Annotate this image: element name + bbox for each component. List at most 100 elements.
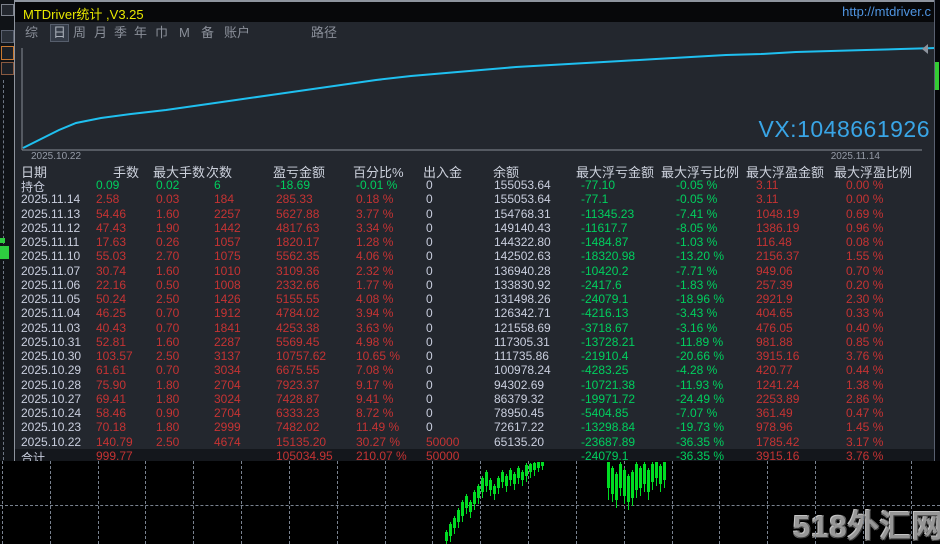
table-cell: -18.69 [276,178,310,192]
table-cell: 1.80 [156,420,179,434]
table-cell: 0.33 % [846,306,883,320]
table-row: 2025.11.0730.741.6010103109.362.32 %0136… [15,264,936,278]
candle-body [469,502,472,512]
table-cell: 981.88 [756,335,793,349]
table-cell: -3.16 % [676,321,717,335]
table-cell: 949.06 [756,264,793,278]
table-cell: -7.41 % [676,207,717,221]
menu-item-6[interactable]: 年 [132,25,149,41]
toolbar-icon-fragment[interactable] [1,30,14,43]
gridline-vertical [719,461,720,544]
gridline-vertical [528,461,529,544]
menu-item-10[interactable]: 账户 [222,25,252,41]
table-cell: 4817.63 [276,221,319,235]
table-cell: 0 [426,363,433,377]
table-cell: 65135.20 [494,435,544,449]
candle-body [525,465,528,476]
table-cell: 133830.92 [494,278,551,292]
toolbar-icon-fragment[interactable] [1,62,14,75]
table-cell: 2025.10.22 [21,435,81,449]
table-cell: 184 [214,192,234,206]
table-cell: 2.86 % [846,392,883,406]
table-cell: 2253.89 [756,392,799,406]
gridline-vertical [241,461,242,544]
candle-body [477,486,480,498]
table-cell: -4216.13 [581,306,628,320]
period-menubar: 综日周月季年巾M备账户 路径 [15,22,935,44]
table-cell: 420.77 [756,363,793,377]
vx-contact-label: VX:1048661926 [759,116,931,143]
menu-item-8[interactable]: M [177,25,192,41]
table-cell: 0.85 % [846,335,883,349]
toolbar-icon-fragment[interactable] [1,46,14,60]
menu-item-2[interactable]: 日 [51,25,68,41]
table-cell: -8.05 % [676,221,717,235]
candle-body [461,502,464,516]
menu-item-7[interactable]: 巾 [153,25,170,41]
candle-body [631,472,634,498]
menu-item-9[interactable]: 备 [199,25,216,41]
table-cell: -77.10 [581,178,615,192]
table-cell: 3.34 % [356,221,393,235]
table-cell: 1.80 [156,378,179,392]
table-cell: 103.57 [96,349,133,363]
table-cell: 2704 [214,378,241,392]
table-row: 2025.10.2458.460.9027046333.238.72 %0789… [15,406,936,420]
menu-item-11[interactable]: 路径 [309,25,339,41]
table-cell: 257.39 [756,278,793,292]
table-cell: 1.80 [156,392,179,406]
table-cell: -1.83 % [676,278,717,292]
table-cell: 4784.02 [276,306,319,320]
table-cell: 0.20 % [846,278,883,292]
menu-item-4[interactable]: 月 [92,25,109,41]
table-cell: 7482.02 [276,420,319,434]
table-cell: 0.02 [156,178,179,192]
table-cell: 0.47 % [846,406,883,420]
candle-body [501,472,504,482]
table-cell: -10721.38 [581,378,635,392]
table-cell: 1048.19 [756,207,799,221]
menu-item-3[interactable]: 周 [71,25,88,41]
table-cell: -13.20 % [676,249,724,263]
table-cell: 3109.36 [276,264,319,278]
menu-item-5[interactable]: 季 [112,25,129,41]
table-cell: 978.96 [756,420,793,434]
table-cell: 100978.24 [494,363,551,377]
table-cell: 2287 [214,335,241,349]
table-cell: 1.38 % [846,378,883,392]
vendor-url-link[interactable]: http://mtdriver.c [842,4,931,19]
candle-body [489,480,492,490]
table-cell: 0 [426,306,433,320]
table-cell: 144322.80 [494,235,551,249]
price-scale-marker [935,62,939,90]
table-cell: 17.63 [96,235,126,249]
table-cell: 2025.11.06 [21,278,80,292]
gridline-vertical [385,461,386,544]
candle-body [623,470,626,496]
table-cell: 121558.69 [494,321,551,335]
candle-body [493,486,496,494]
candle-body [517,468,520,478]
table-cell: 142502.63 [494,249,551,263]
table-cell: 0 [426,335,433,349]
table-cell: 0 [426,321,433,335]
table-cell: -0.05 % [676,178,717,192]
table-cell: 1075 [214,249,241,263]
table-cell: 3137 [214,349,241,363]
gridline-vertical [2,461,3,544]
scroll-arrow-icon[interactable] [922,44,928,54]
table-cell: -18.96 % [676,292,724,306]
menu-item-1[interactable]: 综 [23,25,40,41]
table-cell: 1.60 [156,264,179,278]
daily-stats-table: 日期手数最大手数次数盈亏金额百分比%出入金余额最大浮亏金额最大浮亏比例最大浮盈金… [15,160,936,463]
table-cell: 61.61 [96,363,126,377]
table-cell: 55.03 [96,249,126,263]
table-cell: -24079.1 [581,292,628,306]
table-cell: 0.03 [156,192,179,206]
table-cell: 70.18 [96,420,126,434]
table-cell: 8.72 % [356,406,393,420]
table-cell: 1057 [214,235,241,249]
candle-body [445,532,448,541]
table-cell: 0.00 % [846,192,883,206]
table-cell: 0 [426,235,433,249]
